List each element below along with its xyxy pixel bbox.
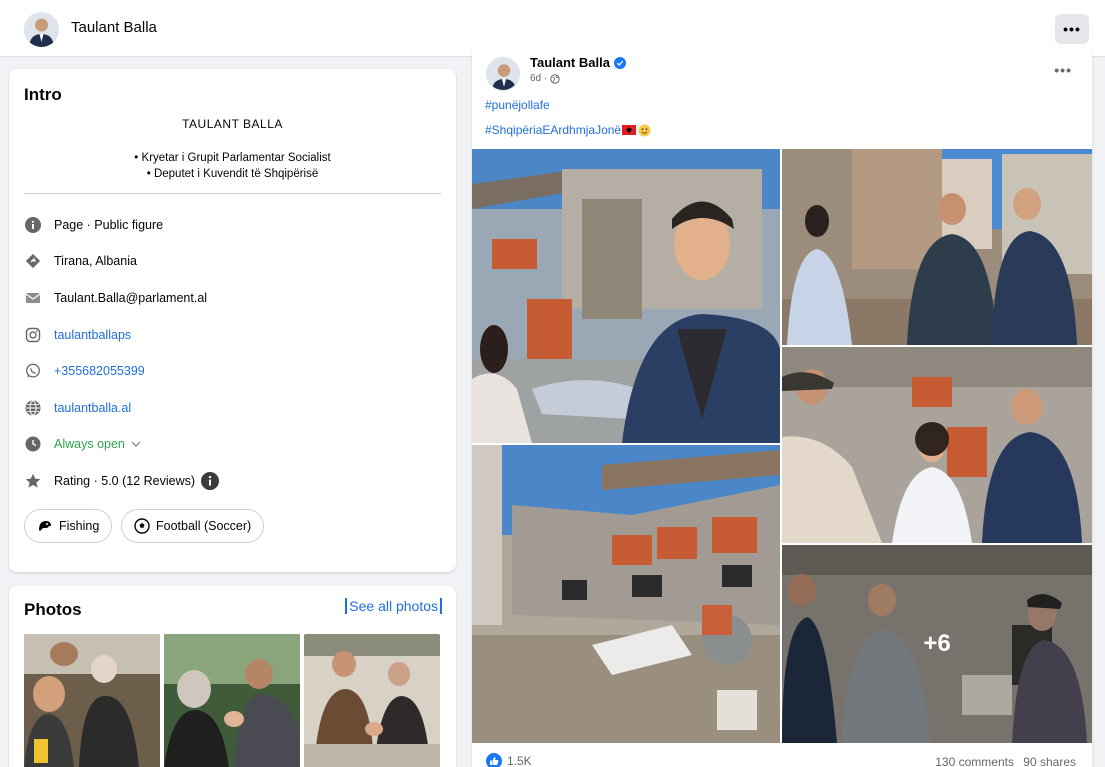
photo-thumbnail[interactable] <box>304 634 440 767</box>
bio-line: • Kryetar i Grupit Parlamentar Socialist <box>134 152 331 164</box>
fishing-icon <box>39 521 51 531</box>
info-email: Taulant.Balla@parlament.al <box>24 288 207 308</box>
interest-chip-football[interactable]: Football (Soccer) <box>121 509 265 543</box>
info-website: taulantballa.al <box>24 398 131 418</box>
chevron-down-icon[interactable] <box>131 440 141 448</box>
post-timestamp[interactable]: 6d · <box>530 73 560 84</box>
post-author-avatar[interactable] <box>486 57 520 91</box>
post-reactions[interactable]: 1.5K <box>486 753 532 767</box>
profile-name[interactable]: Taulant Balla <box>71 19 157 36</box>
instagram-icon <box>24 326 42 344</box>
post-photo[interactable] <box>472 445 780 743</box>
smiling-emoji-icon <box>638 124 651 136</box>
info-hours[interactable]: Always open <box>24 434 141 454</box>
post-hashtag[interactable]: #ShqipëriaEArdhmjaJonë <box>485 123 621 137</box>
interest-chip-fishing[interactable]: Fishing <box>24 509 113 543</box>
info-circle-icon <box>24 216 42 234</box>
info-whatsapp: +355682055399 <box>24 361 145 381</box>
shares-count[interactable]: 90 shares <box>1023 755 1076 767</box>
post-photo-more[interactable]: +6 <box>782 545 1092 743</box>
post-card: Taulant Balla 6d · ••• #punëjollafe #Shq… <box>472 48 1092 767</box>
bio-name: TAULANT BALLA <box>182 117 283 131</box>
location-diamond-icon <box>24 252 42 270</box>
post-hashtag[interactable]: #punëjollafe <box>485 98 550 112</box>
envelope-icon <box>24 289 42 307</box>
albania-flag-icon <box>622 125 637 135</box>
post-photo[interactable] <box>782 149 1092 345</box>
photo-thumbnail[interactable] <box>164 634 300 767</box>
whatsapp-icon <box>24 362 42 380</box>
globe-icon <box>550 73 560 84</box>
info-location: Tirana, Albania <box>24 251 137 271</box>
post-author[interactable]: Taulant Balla <box>530 55 626 70</box>
globe-icon <box>24 399 42 417</box>
info-instagram: taulantballaps <box>24 325 131 345</box>
post-photo[interactable] <box>782 347 1092 543</box>
info-category: Page · Public figure <box>24 215 163 235</box>
rating-info-icon[interactable] <box>201 472 220 490</box>
intro-title: Intro <box>24 85 62 104</box>
clock-icon <box>24 435 42 453</box>
more-options-button[interactable]: ••• <box>1055 14 1089 44</box>
comments-count[interactable]: 130 comments <box>935 755 1014 767</box>
see-all-photos-link[interactable]: See all photos <box>345 598 442 614</box>
profile-avatar[interactable] <box>24 12 59 47</box>
star-icon <box>24 472 42 490</box>
post-hashtag-row: #ShqipëriaEArdhmjaJonë <box>485 123 651 137</box>
intro-card: Intro TAULANT BALLA • Kryetar i Grupit P… <box>9 69 456 572</box>
soccer-ball-icon <box>134 518 150 534</box>
verified-badge-icon <box>613 56 626 69</box>
bio-line: • Deputet i Kuvendit të Shqipërisë <box>146 168 319 180</box>
info-rating: Rating · 5.0 (12 Reviews) <box>24 471 220 491</box>
photo-thumbnail[interactable] <box>24 634 160 767</box>
photos-card: Photos See all photos <box>9 586 456 767</box>
post-photo[interactable] <box>472 149 780 443</box>
thumbs-up-icon <box>486 753 502 767</box>
more-photos-count[interactable]: +6 <box>782 545 1092 743</box>
post-stats: 130 comments 90 shares <box>929 755 1076 767</box>
post-options-icon[interactable]: ••• <box>1054 62 1072 78</box>
photos-title: Photos <box>24 600 82 619</box>
intro-divider <box>24 193 441 194</box>
